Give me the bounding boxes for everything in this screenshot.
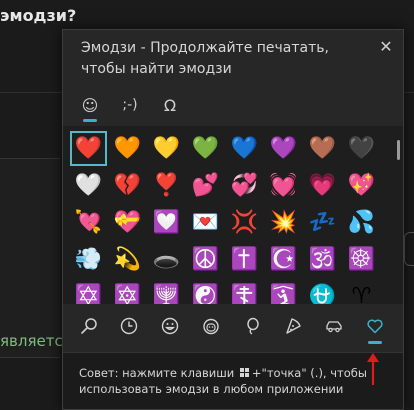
background-card — [0, 158, 60, 358]
emoji-cell[interactable]: 🕎 — [147, 278, 186, 304]
emoji-cell[interactable]: 💟 — [147, 204, 186, 241]
emoji-cell[interactable]: 🧡 — [108, 130, 147, 167]
emoji-cell[interactable]: ❤️ — [69, 130, 108, 167]
tab-emoji[interactable]: ☺ — [73, 88, 107, 122]
close-button[interactable]: ✕ — [377, 38, 395, 56]
category-recent[interactable] — [109, 306, 149, 346]
clock-icon — [120, 317, 138, 335]
emoji-cell[interactable]: 💗 — [303, 167, 342, 204]
emoji-cell[interactable]: 💦 — [342, 204, 381, 241]
category-bar — [69, 306, 399, 346]
windows-key-icon — [239, 368, 250, 378]
emoji-cell[interactable]: ☮️ — [186, 241, 225, 278]
category-search[interactable] — [69, 306, 109, 346]
background-pill — [404, 232, 414, 266]
emoji-cell[interactable]: ☪️ — [264, 241, 303, 278]
emoji-cell[interactable]: 💜 — [264, 130, 303, 167]
emoji-cell[interactable]: 🖤 — [342, 130, 381, 167]
emoji-cell[interactable]: ☯️ — [186, 278, 225, 304]
grid-scrollbar[interactable] — [397, 140, 400, 160]
emoji-cell[interactable]: 🤎 — [303, 130, 342, 167]
category-symbols[interactable] — [355, 306, 395, 346]
background-side-text: является — [0, 332, 72, 350]
tab-active-indicator — [83, 119, 97, 122]
category-smileys[interactable] — [150, 306, 190, 346]
tab-kaomoji-label: ;-) — [122, 97, 138, 113]
emoji-grid: ❤️ 🧡 💛 💚 💙 💜 🤎 🖤 🤍 💔 ❣️ 💕 💞 💓 💗 💖 💘 💝 💟 💌 💢 💥 💤 💦 💨 💫 🕳️ ☮️ ✝️ ☪️ 🕉️ ☸️… — [69, 130, 381, 304]
tab-symbols[interactable]: Ω — [153, 88, 187, 122]
emoji-cell[interactable]: 💌 — [186, 204, 225, 241]
emoji-cell[interactable]: 💘 — [69, 204, 108, 241]
emoji-panel: Эмодзи - Продолжайте печатать, чтобы най… — [62, 29, 404, 410]
emoji-grid-area: ❤️ 🧡 💛 💚 💙 💜 🤎 🖤 🤍 💔 ❣️ 💕 💞 💓 💗 💖 💘 💝 💟 💌 💢 💥 💤 💦 💨 💫 🕳️ ☮️ ✝️ ☪️ 🕉️ ☸️… — [63, 126, 403, 304]
red-arrow-annotation — [367, 353, 379, 385]
emoji-cell[interactable]: 🔯 — [108, 278, 147, 304]
emoji-cell[interactable]: 💓 — [264, 167, 303, 204]
category-people[interactable] — [191, 306, 231, 346]
emoji-cell[interactable]: 💙 — [225, 130, 264, 167]
category-active-indicator — [368, 341, 382, 344]
emoji-cell[interactable]: ♈ — [342, 278, 381, 304]
category-celebration[interactable] — [232, 306, 272, 346]
emoji-cell[interactable]: 🤍 — [69, 167, 108, 204]
emoji-cell[interactable]: 💝 — [108, 204, 147, 241]
emoji-cell[interactable]: 💔 — [108, 167, 147, 204]
emoji-cell[interactable]: 💨 — [69, 241, 108, 278]
tip-text: Совет: нажмите клавиши +"точка" (.), что… — [63, 352, 403, 409]
smiley-icon: ☺ — [81, 95, 99, 115]
emoji-cell[interactable]: 🛐 — [264, 278, 303, 304]
emoji-cell[interactable]: ☸️ — [342, 241, 381, 278]
balloon-icon — [247, 317, 259, 335]
heart-icon — [367, 319, 383, 334]
emoji-cell[interactable]: ❣️ — [147, 167, 186, 204]
emoji-cell[interactable]: 💢 — [225, 204, 264, 241]
emoji-cell[interactable]: ☦️ — [225, 278, 264, 304]
emoji-cell[interactable]: 💞 — [225, 167, 264, 204]
emoji-cell[interactable]: ⛎ — [303, 278, 342, 304]
panel-title: Эмодзи - Продолжайте печатать, чтобы най… — [81, 40, 329, 77]
category-food[interactable] — [273, 306, 313, 346]
emoji-cell[interactable]: 💥 — [264, 204, 303, 241]
emoji-cell[interactable]: ✡️ — [69, 278, 108, 304]
people-icon — [203, 318, 219, 335]
emoji-cell[interactable]: 💫 — [108, 241, 147, 278]
emoji-cell[interactable]: 🕳️ — [147, 241, 186, 278]
tab-kaomoji[interactable]: ;-) — [113, 88, 147, 122]
car-icon — [326, 321, 342, 333]
emoji-cell[interactable]: 💚 — [186, 130, 225, 167]
category-travel[interactable] — [314, 306, 354, 346]
search-icon — [81, 318, 97, 334]
emoji-cell[interactable]: 💤 — [303, 204, 342, 241]
omega-icon: Ω — [163, 95, 177, 115]
background-heading: эмодзи? — [0, 6, 77, 25]
tip-text-before: Совет: нажмите клавиши — [79, 366, 238, 380]
emoji-cell[interactable]: 💛 — [147, 130, 186, 167]
emoji-cell[interactable]: 💕 — [186, 167, 225, 204]
pizza-icon — [286, 318, 301, 334]
emoji-cell[interactable]: 🕉️ — [303, 241, 342, 278]
emoji-cell[interactable]: 💖 — [342, 167, 381, 204]
emoji-cell[interactable]: ✝️ — [225, 241, 264, 278]
smiley-icon — [161, 317, 179, 335]
